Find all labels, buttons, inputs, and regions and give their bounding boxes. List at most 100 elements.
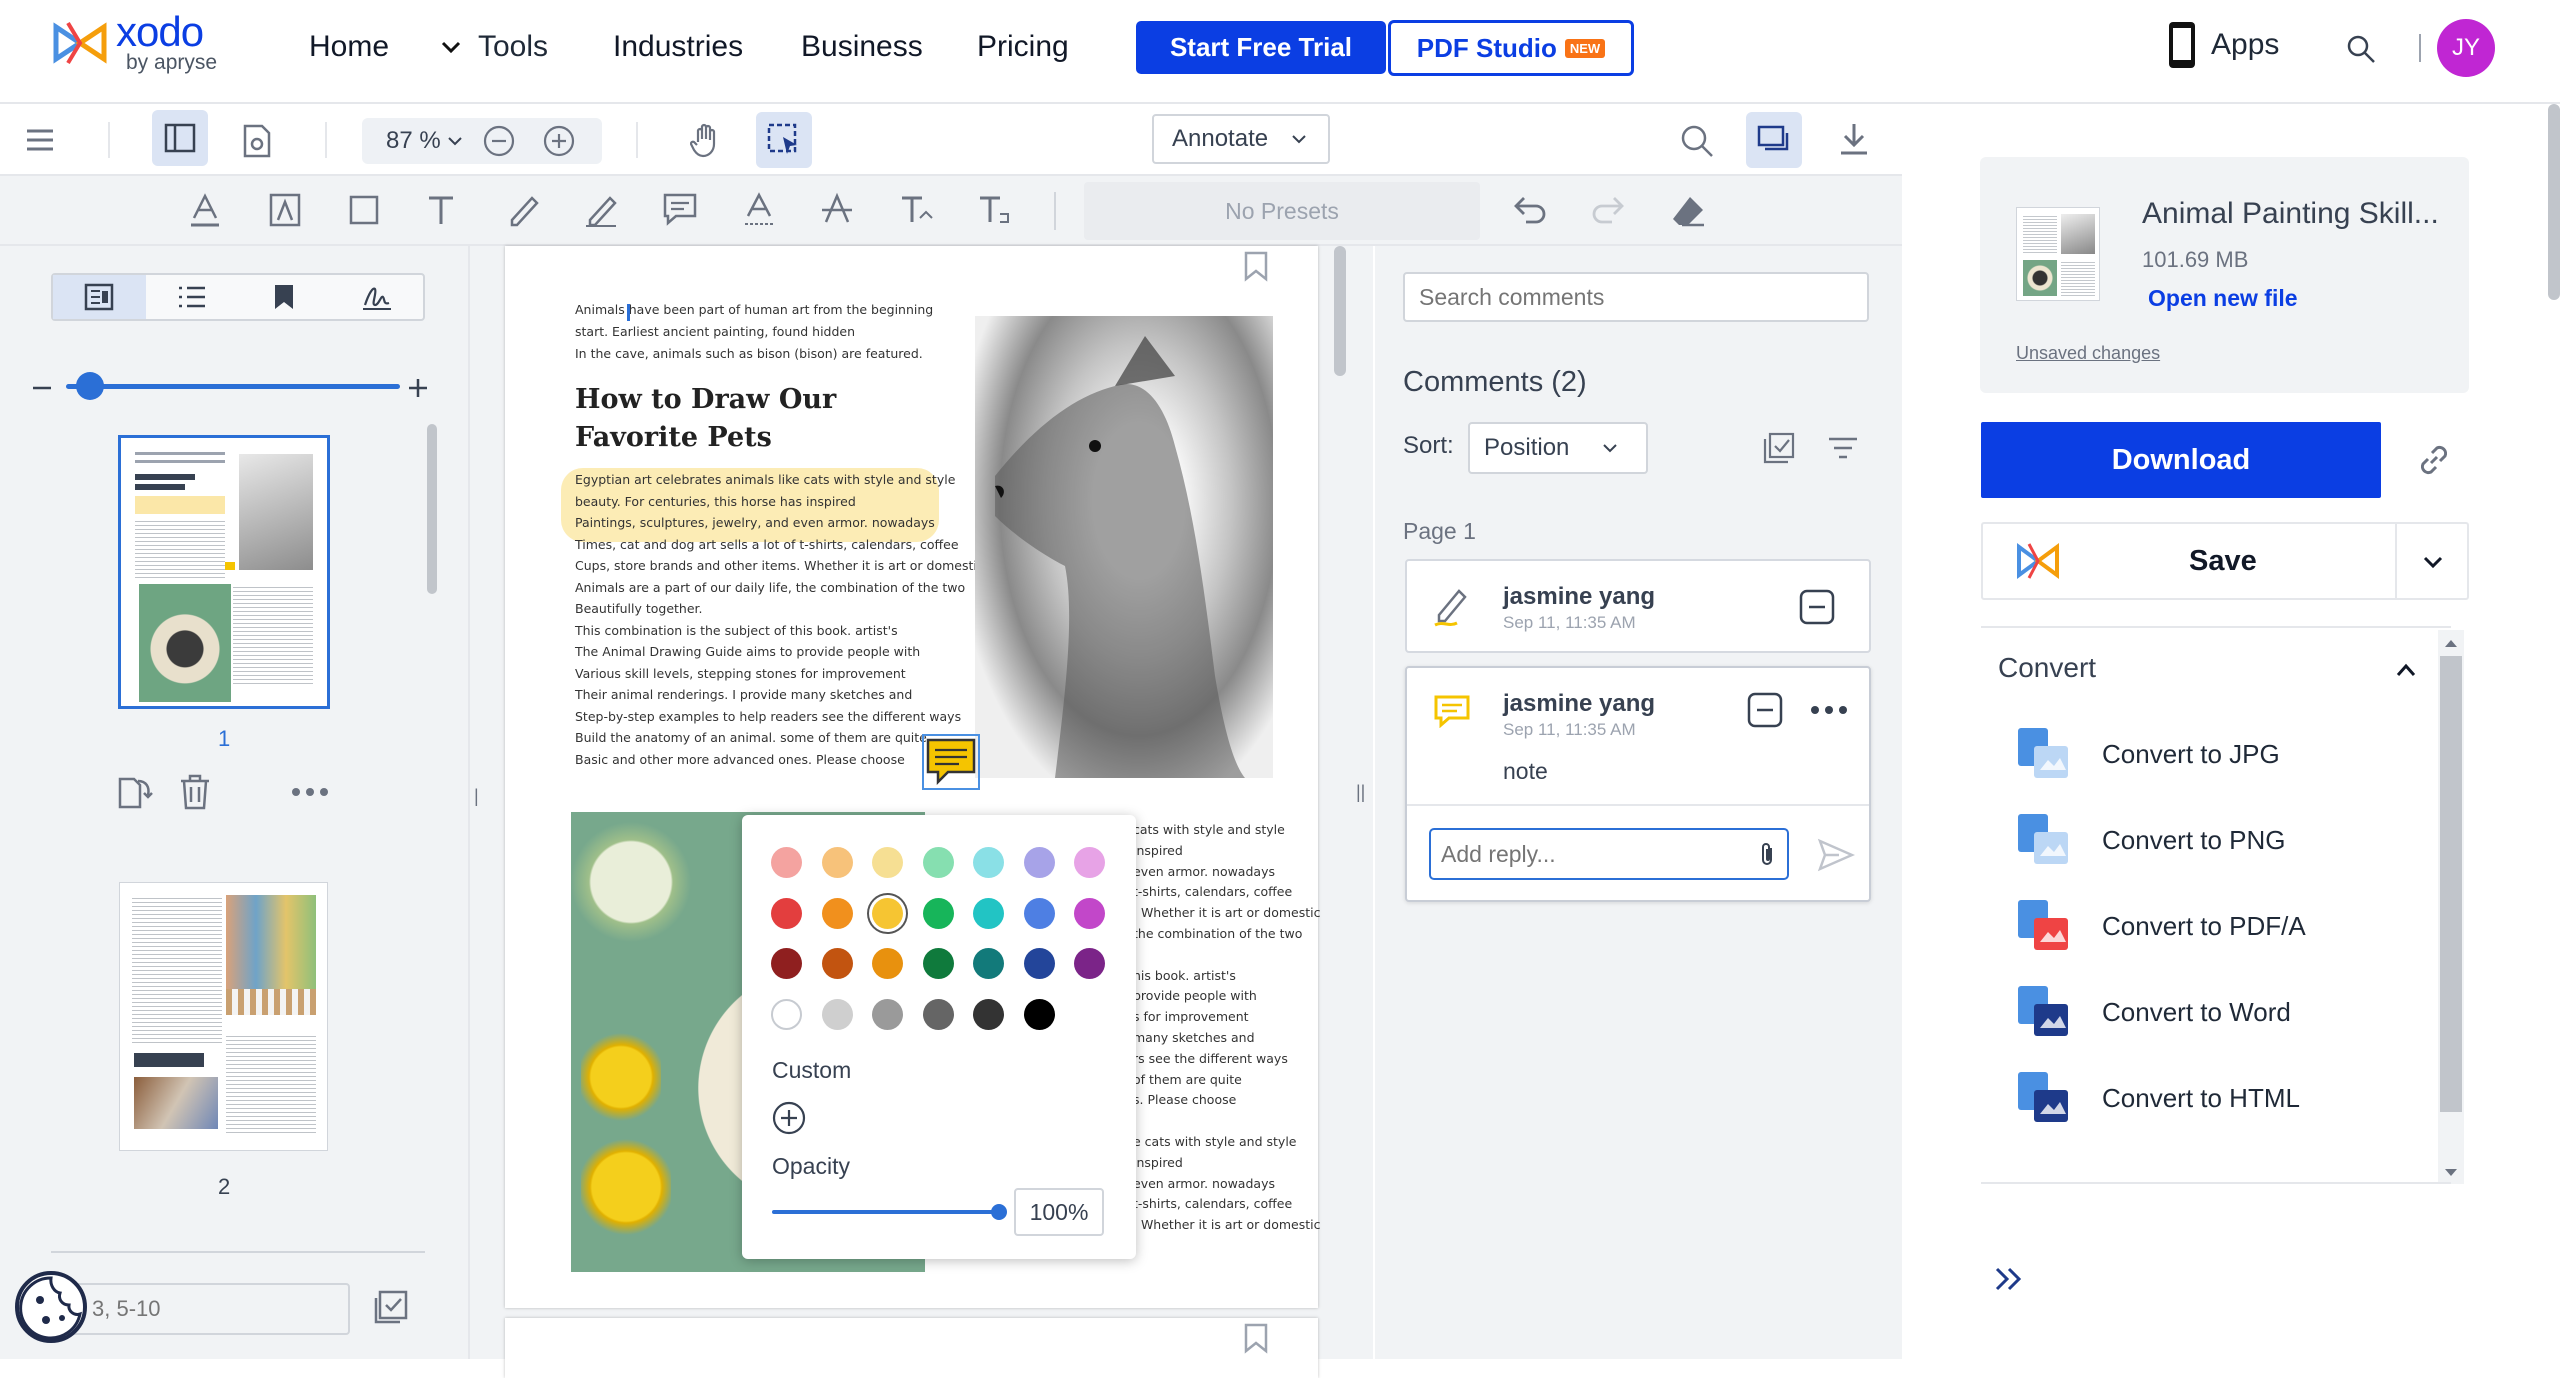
- pan-hand-icon[interactable]: [690, 122, 724, 158]
- cookie-settings-icon[interactable]: [14, 1270, 88, 1344]
- opacity-input[interactable]: 100%: [1014, 1188, 1104, 1236]
- zoom-dropdown[interactable]: 87 %: [386, 127, 465, 155]
- color-swatch[interactable]: [1074, 847, 1105, 878]
- convert-option[interactable]: Convert to JPG: [2014, 724, 2280, 784]
- page-bookmark-icon[interactable]: [1243, 1322, 1269, 1354]
- mode-select[interactable]: Annotate: [1152, 114, 1330, 164]
- opacity-slider-handle[interactable]: [991, 1204, 1007, 1220]
- freehand-icon[interactable]: [584, 192, 618, 228]
- undo-icon[interactable]: [1512, 194, 1548, 226]
- color-swatch[interactable]: [1023, 948, 1055, 979]
- color-swatch[interactable]: [771, 998, 802, 1030]
- free-text-icon[interactable]: [426, 194, 456, 226]
- menu-icon[interactable]: [24, 126, 56, 154]
- search-comments-input[interactable]: [1403, 272, 1869, 322]
- nav-tools[interactable]: Tools: [438, 30, 548, 64]
- page-bookmark-icon[interactable]: [1243, 250, 1269, 282]
- collapse-comment-icon[interactable]: [1747, 692, 1783, 728]
- comment-card-2[interactable]: jasmine yang Sep 11, 11:35 AM note: [1405, 666, 1871, 902]
- rotate-page-icon[interactable]: [116, 773, 154, 811]
- convert-option[interactable]: Convert to Word: [2014, 982, 2291, 1042]
- opacity-slider-track[interactable]: [772, 1210, 998, 1214]
- color-swatch[interactable]: [771, 897, 802, 929]
- color-swatch[interactable]: [922, 998, 954, 1030]
- comment-card-1[interactable]: jasmine yang Sep 11, 11:35 AM: [1405, 559, 1871, 653]
- area-highlight-icon[interactable]: [268, 192, 302, 228]
- tab-thumbnails[interactable]: [53, 275, 146, 319]
- select-tool[interactable]: [756, 112, 812, 168]
- tab-bookmarks[interactable]: [238, 275, 331, 319]
- convert-option[interactable]: Convert to PNG: [2014, 810, 2286, 870]
- convert-option[interactable]: Convert to HTML: [2014, 1068, 2300, 1128]
- redo-icon[interactable]: [1590, 194, 1626, 226]
- color-swatch[interactable]: [872, 897, 903, 929]
- insert-text-icon[interactable]: [900, 192, 934, 228]
- comments-panel-toggle[interactable]: [1746, 112, 1802, 168]
- color-swatch[interactable]: [922, 897, 954, 929]
- apps-button[interactable]: Apps: [2165, 20, 2279, 70]
- collapse-comment-icon[interactable]: [1799, 589, 1835, 625]
- color-swatch[interactable]: [1023, 847, 1055, 878]
- thumb-zoom-out-icon[interactable]: [30, 376, 54, 400]
- color-swatch[interactable]: [973, 897, 1004, 929]
- nav-home[interactable]: Home: [309, 30, 389, 64]
- page-thumbnail-2[interactable]: [119, 882, 328, 1151]
- color-swatch[interactable]: [973, 847, 1004, 878]
- delete-page-icon[interactable]: [178, 773, 212, 811]
- scroll-up-icon[interactable]: [2444, 638, 2458, 648]
- pdf-studio-button[interactable]: PDF Studio NEW: [1388, 20, 1634, 76]
- zoom-in-icon[interactable]: [543, 125, 575, 157]
- select-pages-icon[interactable]: [374, 1290, 408, 1324]
- right-resize-handle[interactable]: ||: [1356, 782, 1365, 803]
- viewer-scrollbar[interactable]: [1334, 246, 1346, 376]
- color-swatch[interactable]: [821, 948, 853, 979]
- left-panel-toggle[interactable]: [152, 110, 208, 166]
- search-document-icon[interactable]: [1680, 124, 1714, 158]
- reply-input[interactable]: [1429, 828, 1789, 880]
- rectangle-icon[interactable]: [348, 194, 380, 226]
- color-swatch[interactable]: [973, 998, 1004, 1030]
- attachment-icon[interactable]: [1757, 842, 1777, 868]
- search-icon[interactable]: [2346, 34, 2376, 64]
- sort-select[interactable]: Position: [1468, 422, 1648, 474]
- color-swatch[interactable]: [821, 897, 853, 929]
- color-swatch[interactable]: [922, 847, 954, 878]
- color-swatch[interactable]: [973, 948, 1004, 979]
- thumb-zoom-slider[interactable]: [66, 384, 400, 389]
- thumb-zoom-in-icon[interactable]: [406, 376, 430, 400]
- sticky-note-icon[interactable]: [662, 192, 698, 226]
- save-options-chevron-icon[interactable]: [2421, 550, 2445, 574]
- page-range-input[interactable]: [54, 1283, 350, 1335]
- color-swatch[interactable]: [771, 948, 802, 979]
- nav-industries[interactable]: Industries: [613, 30, 743, 64]
- color-swatch[interactable]: [922, 948, 954, 979]
- note-selection-box[interactable]: [922, 734, 980, 790]
- download-icon[interactable]: [1838, 122, 1870, 156]
- send-icon[interactable]: [1817, 838, 1855, 872]
- color-swatch[interactable]: [1023, 998, 1055, 1030]
- user-avatar[interactable]: JY: [2437, 19, 2495, 77]
- page-scrollbar[interactable]: [2548, 104, 2560, 300]
- unsaved-changes-link[interactable]: Unsaved changes: [2016, 343, 2160, 364]
- zoom-out-icon[interactable]: [483, 125, 515, 157]
- download-button[interactable]: Download: [1981, 422, 2381, 498]
- thumb-scrollbar[interactable]: [427, 424, 437, 594]
- scroll-down-icon[interactable]: [2444, 1168, 2458, 1178]
- save-button[interactable]: Save: [1983, 524, 2395, 598]
- eraser-icon[interactable]: [1670, 194, 1706, 228]
- open-new-file-link[interactable]: Open new file: [2148, 285, 2298, 312]
- color-swatch[interactable]: [872, 998, 903, 1030]
- color-swatch[interactable]: [1074, 948, 1105, 979]
- color-swatch[interactable]: [821, 847, 853, 878]
- add-custom-color-icon[interactable]: [772, 1101, 806, 1135]
- filter-icon[interactable]: [1827, 436, 1859, 460]
- convert-option[interactable]: Convert to PDF/A: [2014, 896, 2306, 956]
- collapse-convert-icon[interactable]: [2394, 660, 2418, 680]
- nav-pricing[interactable]: Pricing: [977, 30, 1069, 64]
- more-options-icon[interactable]: [290, 786, 330, 798]
- page-settings-icon[interactable]: [242, 124, 272, 158]
- text-highlight-icon[interactable]: [188, 192, 222, 228]
- color-swatch[interactable]: [821, 998, 853, 1030]
- tab-signatures[interactable]: [331, 275, 424, 319]
- underline-icon[interactable]: [742, 192, 776, 228]
